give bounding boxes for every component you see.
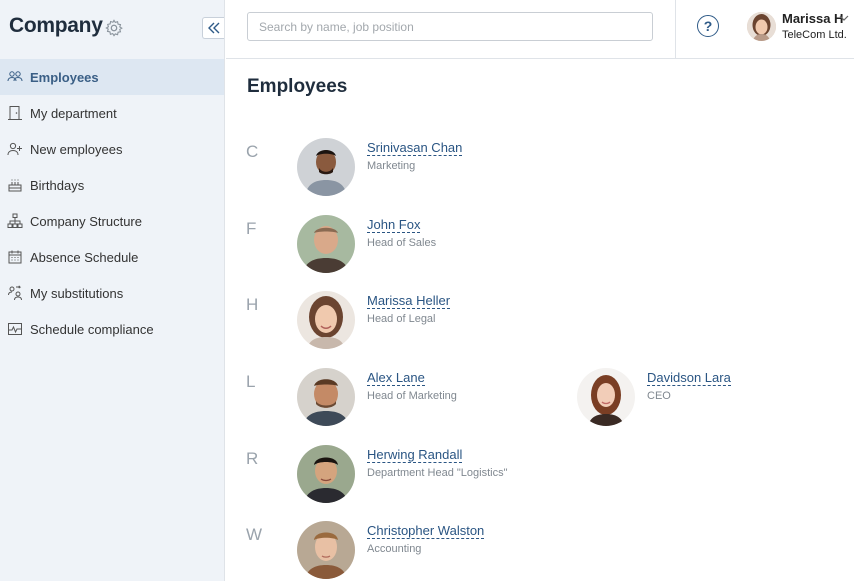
sidebar-header: Company bbox=[0, 0, 224, 58]
employee-photo[interactable] bbox=[297, 138, 355, 196]
sidebar-item-label: Schedule compliance bbox=[30, 321, 154, 337]
user-name[interactable]: Marissa H bbox=[782, 11, 843, 26]
sidebar-item-label: My department bbox=[30, 105, 117, 121]
search-input[interactable] bbox=[247, 12, 653, 41]
double-chevron-left-icon bbox=[207, 22, 219, 34]
people-icon bbox=[6, 68, 24, 86]
sidebar-item-my-substitutions[interactable]: My substitutions bbox=[0, 275, 224, 311]
sidebar-item-label: Birthdays bbox=[30, 177, 85, 193]
header-divider bbox=[675, 0, 676, 58]
user-company: TeleCom Ltd. bbox=[782, 29, 847, 41]
group-letter: C bbox=[246, 142, 259, 161]
employee-name-link[interactable]: Herwing Randall bbox=[367, 447, 463, 463]
employee-photo[interactable] bbox=[297, 445, 355, 503]
employee-card[interactable]: John Fox Head of Sales bbox=[297, 215, 557, 275]
pulse-chart-icon bbox=[6, 320, 24, 338]
employee-role: Head of Marketing bbox=[367, 390, 457, 402]
sidebar-item-employees[interactable]: Employees bbox=[0, 59, 224, 95]
employee-photo[interactable] bbox=[297, 368, 355, 426]
sidebar-item-birthdays[interactable]: Birthdays bbox=[0, 167, 224, 203]
gear-icon[interactable] bbox=[105, 19, 123, 37]
main-content: Employees C Srinivasan Chan Marketing F … bbox=[226, 60, 854, 581]
employee-role: CEO bbox=[647, 390, 671, 402]
help-button[interactable]: ? bbox=[697, 15, 719, 37]
employee-card[interactable]: Srinivasan Chan Marketing bbox=[297, 138, 557, 198]
employee-photo[interactable] bbox=[297, 291, 355, 349]
page-title: Employees bbox=[247, 76, 348, 97]
employee-card[interactable]: Herwing Randall Department Head "Logisti… bbox=[297, 445, 557, 505]
employee-role: Department Head "Logistics" bbox=[367, 467, 508, 479]
door-icon bbox=[6, 104, 24, 122]
chevron-down-icon[interactable] bbox=[839, 13, 849, 23]
sidebar-item-absence-schedule[interactable]: Absence Schedule bbox=[0, 239, 224, 275]
employee-name-link[interactable]: Davidson Lara bbox=[647, 370, 731, 386]
avatar[interactable] bbox=[747, 12, 776, 41]
substitution-icon bbox=[6, 284, 24, 302]
employee-role: Accounting bbox=[367, 543, 422, 555]
top-bar: ? Marissa H TeleCom Ltd. bbox=[226, 0, 854, 59]
sidebar-item-company-structure[interactable]: Company Structure bbox=[0, 203, 224, 239]
group-letter: H bbox=[246, 295, 259, 314]
sidebar-item-label: New employees bbox=[30, 141, 123, 157]
sidebar-item-label: My substitutions bbox=[30, 285, 124, 301]
employee-name-link[interactable]: Christopher Walston bbox=[367, 523, 485, 539]
calendar-icon bbox=[6, 248, 24, 266]
employee-photo[interactable] bbox=[297, 215, 355, 273]
employee-card[interactable]: Davidson Lara CEO bbox=[577, 368, 837, 428]
employee-photo[interactable] bbox=[297, 521, 355, 579]
employee-card[interactable]: Marissa Heller Head of Legal bbox=[297, 291, 557, 351]
sidebar-item-my-department[interactable]: My department bbox=[0, 95, 224, 131]
add-user-icon bbox=[6, 140, 24, 158]
group-letter: F bbox=[246, 219, 257, 238]
group-letter: W bbox=[246, 525, 263, 544]
employee-card[interactable]: Alex Lane Head of Marketing bbox=[297, 368, 557, 428]
sidebar-item-schedule-compliance[interactable]: Schedule compliance bbox=[0, 311, 224, 347]
employee-role: Head of Legal bbox=[367, 313, 436, 325]
org-chart-icon bbox=[6, 212, 24, 230]
employee-name-link[interactable]: Marissa Heller bbox=[367, 293, 451, 309]
cake-icon bbox=[6, 176, 24, 194]
group-letter: L bbox=[246, 372, 256, 391]
sidebar-item-label: Company Structure bbox=[30, 213, 142, 229]
sidebar: Company Employees My department New empl… bbox=[0, 0, 225, 581]
collapse-sidebar-button[interactable] bbox=[202, 17, 224, 39]
sidebar-item-label: Absence Schedule bbox=[30, 249, 139, 265]
employee-card[interactable]: Christopher Walston Accounting bbox=[297, 521, 557, 581]
employee-role: Head of Sales bbox=[367, 237, 437, 249]
employee-name-link[interactable]: Srinivasan Chan bbox=[367, 140, 463, 156]
employee-role: Marketing bbox=[367, 160, 416, 172]
employee-name-link[interactable]: John Fox bbox=[367, 217, 421, 233]
employee-name-link[interactable]: Alex Lane bbox=[367, 370, 425, 386]
group-letter: R bbox=[246, 449, 259, 468]
sidebar-item-new-employees[interactable]: New employees bbox=[0, 131, 224, 167]
page-section-title: Company bbox=[9, 14, 103, 37]
sidebar-nav: Employees My department New employees Bi… bbox=[0, 59, 224, 347]
employee-photo[interactable] bbox=[577, 368, 635, 426]
sidebar-item-label: Employees bbox=[30, 69, 99, 85]
